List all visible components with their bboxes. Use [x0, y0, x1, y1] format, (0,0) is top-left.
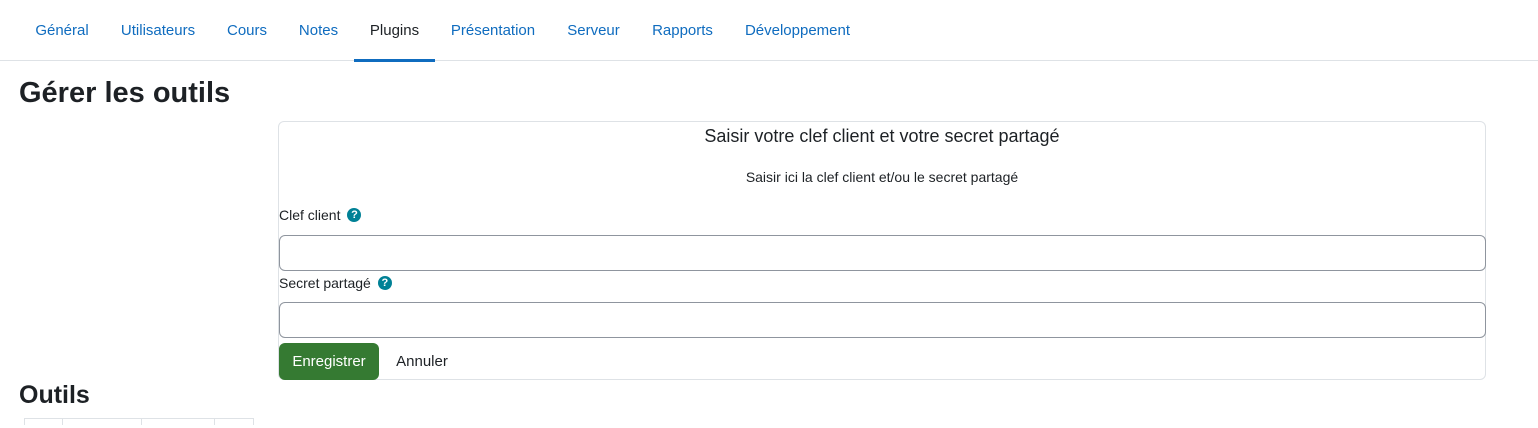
tab-users[interactable]: Utilisateurs: [105, 0, 211, 61]
save-button[interactable]: Enregistrer: [279, 343, 379, 380]
tab-label: Notes: [298, 22, 339, 39]
tab-reports[interactable]: Rapports: [636, 0, 729, 61]
tab-general[interactable]: Général: [19, 0, 105, 61]
table-divider: [24, 419, 25, 425]
table-divider: [62, 419, 63, 425]
consumer-key-label-row: Clef client ?: [279, 207, 362, 223]
form-title: Saisir votre clef client et votre secret…: [704, 126, 1060, 146]
tab-label: Utilisateurs: [120, 22, 196, 39]
tab-server[interactable]: Serveur: [551, 0, 636, 61]
page-title: Gérer les outils: [19, 77, 231, 109]
tab-appearance[interactable]: Présentation: [435, 0, 551, 61]
consumer-key-label: Clef client: [279, 207, 341, 223]
tools-table-header: [24, 418, 254, 428]
tab-label: Rapports: [652, 22, 713, 39]
tools-section-title: Outils: [19, 381, 90, 409]
tab-label: Général: [35, 22, 89, 39]
table-divider: [141, 419, 142, 425]
shared-secret-label: Secret partagé: [279, 275, 371, 291]
tab-label: Présentation: [450, 22, 536, 39]
question-circle-icon[interactable]: ?: [347, 208, 362, 222]
tab-development[interactable]: Développement: [729, 0, 866, 61]
consumer-key-form-card: Saisir votre clef client et votre secret…: [278, 121, 1486, 380]
tab-label: Cours: [226, 22, 267, 39]
form-description: Saisir ici la clef client et/ou le secre…: [745, 169, 1019, 185]
tab-plugins[interactable]: Plugins: [354, 0, 435, 62]
table-divider: [214, 419, 215, 425]
admin-secondary-navigation: Général Utilisateurs Cours Notes Plugins…: [0, 0, 1538, 62]
question-circle-icon[interactable]: ?: [377, 276, 392, 290]
tab-label: Serveur: [567, 22, 620, 39]
table-divider: [253, 419, 254, 425]
shared-secret-input[interactable]: [279, 302, 1486, 338]
tab-grades[interactable]: Notes: [283, 0, 354, 61]
shared-secret-label-row: Secret partagé ?: [279, 275, 392, 291]
tab-courses[interactable]: Cours: [211, 0, 283, 61]
cancel-button[interactable]: Annuler: [385, 343, 459, 380]
tab-label: Plugins: [369, 22, 420, 39]
consumer-key-input[interactable]: [279, 235, 1486, 271]
tab-label: Développement: [744, 22, 851, 39]
